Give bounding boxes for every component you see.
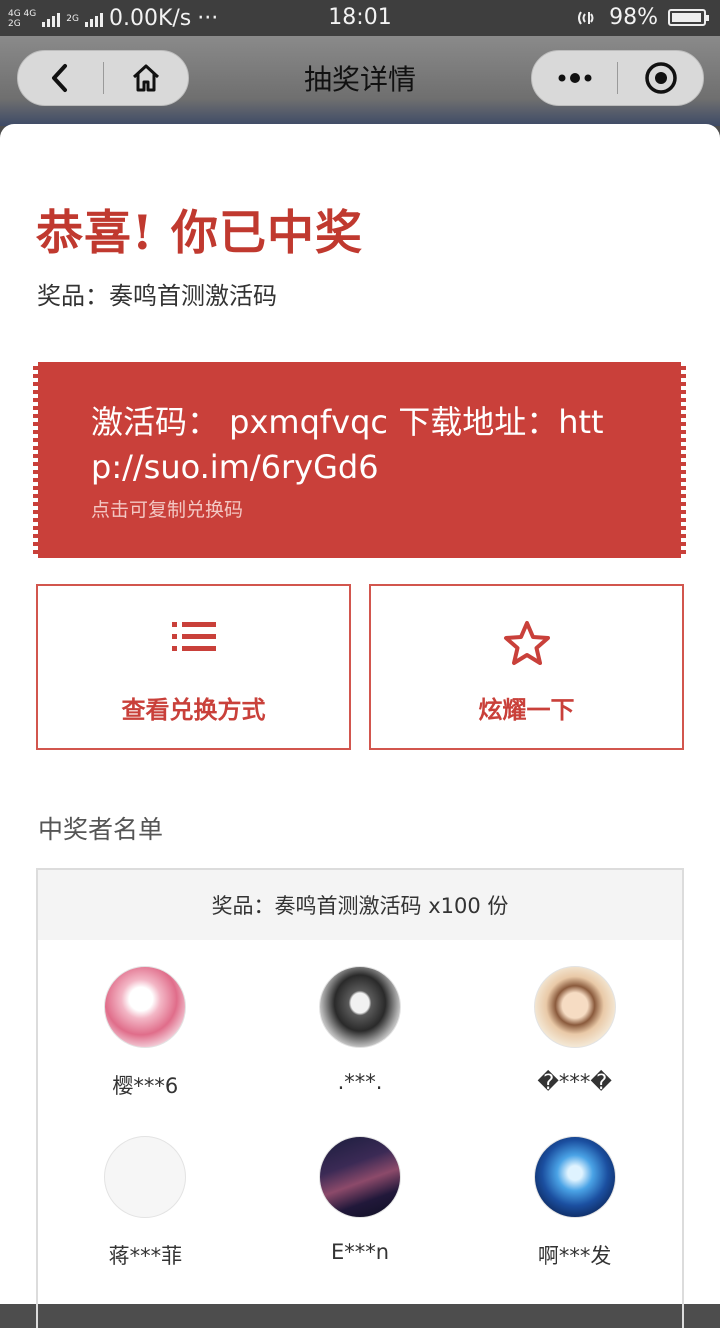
nfc-icon [578, 10, 594, 25]
winner-list: 奖品：奏鸣首测激活码 x100 份 樱***6 .***. �***� 蒋***… [36, 868, 684, 1328]
star-icon [503, 621, 550, 665]
list-icon [171, 622, 216, 651]
battery-percent: 98% [609, 5, 658, 30]
winner-list-heading: 中奖者名单 [38, 815, 164, 844]
battery-icon [668, 9, 709, 26]
winner-item: 啊***发 [467, 1110, 682, 1280]
target-close-icon [644, 62, 677, 94]
win-title: 恭喜! 你已中奖 [36, 206, 363, 261]
view-redeem-method-button[interactable]: 查看兑换方式 [36, 584, 351, 750]
activation-code-text[interactable]: 激活码： pxmqfvqc 下载地址：http://suo.im/6ryGd6 [91, 400, 636, 490]
content-sheet: 恭喜! 你已中奖 奖品：奏鸣首测激活码 激活码： pxmqfvqc 下载地址：h… [0, 124, 720, 1328]
more-button[interactable] [532, 51, 617, 105]
avatar [318, 966, 401, 1048]
winner-name: 樱***6 [112, 1074, 179, 1098]
status-bar: 4G 4G 2G 2G 0.00K/s ··· 18:01 98% [0, 0, 720, 36]
winner-name: .***. [337, 1070, 383, 1094]
winner-item: 蒋***菲 [38, 1110, 253, 1280]
avatar [104, 966, 187, 1048]
avatar [533, 1136, 616, 1218]
winner-item: .***. [253, 940, 468, 1110]
show-off-button[interactable]: 炫耀一下 [369, 584, 684, 750]
view-redeem-method-label: 查看兑换方式 [121, 696, 266, 724]
avatar [104, 1136, 187, 1218]
copy-hint: 点击可复制兑换码 [91, 499, 244, 521]
avatar [533, 966, 616, 1048]
show-off-label: 炫耀一下 [478, 696, 575, 724]
winner-item: 樱***6 [38, 940, 253, 1110]
activation-code-ticket[interactable]: 激活码： pxmqfvqc 下载地址：http://suo.im/6ryGd6 … [33, 362, 686, 558]
winner-name: E***n [330, 1240, 390, 1264]
nav-capsule-right [531, 50, 704, 106]
winner-list-prize-header: 奖品：奏鸣首测激活码 x100 份 [38, 870, 682, 940]
close-miniprogram-button[interactable] [618, 51, 703, 105]
avatar [318, 1136, 401, 1218]
more-dots-icon [558, 73, 591, 83]
winner-name: �***� [537, 1070, 612, 1094]
winner-name: 啊***发 [537, 1244, 612, 1268]
winner-name: 蒋***菲 [108, 1244, 183, 1268]
winner-item: �***� [467, 940, 682, 1110]
winner-item: E***n [253, 1110, 468, 1280]
prize-name: 奖品：奏鸣首测激活码 [37, 282, 277, 310]
nav-bar: 抽奖详情 [0, 36, 720, 126]
